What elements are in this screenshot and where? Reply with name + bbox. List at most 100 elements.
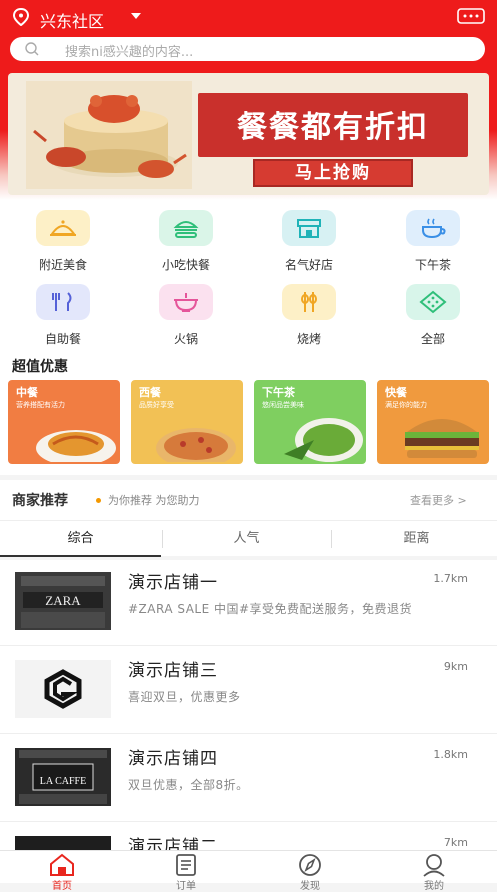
category-all[interactable]: 全部 <box>383 278 483 348</box>
category-hotpot[interactable]: 火锅 <box>136 278 236 348</box>
search-input[interactable]: 搜索ni感兴趣的内容... <box>10 37 485 61</box>
category-afternoon-tea[interactable]: 下午茶 <box>383 204 483 274</box>
view-more-link[interactable]: 查看更多 > <box>410 492 467 508</box>
matcha-cake-image <box>284 418 363 462</box>
list-item[interactable]: 演示店铺三 9km 喜迎双旦，优惠更多 <box>0 648 497 734</box>
category-label: 火锅 <box>173 332 198 346</box>
shop-name: 演示店铺二 <box>128 837 218 850</box>
tea-cup-icon <box>406 210 460 246</box>
thumbnail-text: ZARA <box>45 593 81 608</box>
deals-section: 超值优惠 中餐 营养搭配有活力 西餐 品质好享受 下午茶 悠闲品尝美味 快餐 满… <box>0 350 497 475</box>
all-grid-icon <box>406 284 460 320</box>
category-nearby-food[interactable]: 附近美食 <box>13 204 113 274</box>
deal-name: 中餐 <box>16 386 38 399</box>
category-snack-fastfood[interactable]: 小吃快餐 <box>136 204 236 274</box>
recommend-section: 商家推荐 为你推荐 为您助力 查看更多 > 综合 人气 距离 <box>0 480 497 557</box>
banner-title: 餐餐都有折扣 <box>237 110 429 145</box>
category-label: 附近美食 <box>38 258 87 272</box>
chevron-down-icon[interactable] <box>131 13 141 19</box>
compass-icon <box>299 854 321 876</box>
divider <box>331 530 332 548</box>
tab-overall[interactable]: 综合 <box>0 521 161 557</box>
shop-name: 演示店铺三 <box>128 661 218 681</box>
deal-name: 快餐 <box>385 386 407 399</box>
crab-dish-illustration <box>26 81 192 189</box>
noodle-dish-image <box>36 430 116 462</box>
order-icon <box>176 854 196 876</box>
category-grid: 附近美食 小吃快餐 名气好店 下午茶 自助餐 火锅 烧烤 全部 <box>0 200 497 350</box>
category-label: 烧烤 <box>296 332 321 346</box>
list-item[interactable]: 演示店铺二 7km <box>0 824 497 850</box>
shop-logo-thumbnail <box>15 660 111 718</box>
header: 兴东社区 搜索ni感兴趣的内容... 餐餐都有折扣 马上抢购 <box>0 0 497 200</box>
deal-name: 下午茶 <box>262 386 295 399</box>
dot-icon <box>96 498 101 503</box>
section-title: 超值优惠 <box>12 359 68 375</box>
list-item[interactable]: ZARA 演示店铺一 1.7km #ZARA SALE 中国#享受免费配送服务，… <box>0 560 497 646</box>
shop-distance: 9km <box>443 660 468 673</box>
deal-subtitle: 满足你的能力 <box>385 401 427 409</box>
divider <box>162 530 163 548</box>
shop-thumbnail: ZARA <box>15 572 111 630</box>
category-label: 小吃快餐 <box>161 258 210 272</box>
list-item[interactable]: LA CAFFE 演示店铺四 1.8km 双旦优惠，全部8折。 <box>0 736 497 822</box>
skewer-icon <box>282 284 336 320</box>
nav-orders[interactable]: 订单 <box>124 851 248 892</box>
category-label: 下午茶 <box>414 258 451 272</box>
shop-distance: 1.7km <box>433 572 468 585</box>
search-icon <box>25 42 39 56</box>
thumbnail-text: LA CAFFE <box>40 776 86 787</box>
deal-name: 西餐 <box>139 386 161 399</box>
message-icon[interactable] <box>457 8 485 26</box>
nav-profile[interactable]: 我的 <box>372 851 496 892</box>
nav-home[interactable]: 首页 <box>0 851 124 892</box>
deal-subtitle: 营养搭配有活力 <box>16 401 65 409</box>
top-bar: 兴东社区 <box>0 0 497 34</box>
nav-label: 首页 <box>52 881 72 892</box>
section-subtitle: 为你推荐 为您助力 <box>108 494 200 507</box>
nav-label: 订单 <box>176 881 196 892</box>
nav-label: 我的 <box>424 881 444 892</box>
shop-thumbnail: LA CAFFE <box>15 748 111 806</box>
sort-tabs: 综合 人气 距离 <box>0 520 497 557</box>
shop-description: 双旦优惠，全部8折。 <box>128 778 249 792</box>
search-placeholder: 搜索ni感兴趣的内容... <box>65 45 194 60</box>
shop-icon <box>282 210 336 246</box>
shop-name: 演示店铺四 <box>128 749 218 769</box>
nav-label: 发现 <box>300 881 320 892</box>
hotpot-icon <box>159 284 213 320</box>
burger-icon <box>159 210 213 246</box>
shop-name: 演示店铺一 <box>128 573 218 593</box>
promo-banner[interactable]: 餐餐都有折扣 马上抢购 <box>8 73 489 195</box>
shop-description: 喜迎双旦，优惠更多 <box>128 690 241 704</box>
grab-now-button[interactable]: 马上抢购 <box>253 159 413 187</box>
banner-title-box: 餐餐都有折扣 <box>198 93 468 157</box>
shop-distance: 7km <box>443 836 468 849</box>
deal-card-afternoon-tea[interactable]: 下午茶 悠闲品尝美味 <box>254 380 366 464</box>
category-label: 名气好店 <box>284 258 333 272</box>
shop-description: #ZARA SALE 中国#享受免费配送服务，免费退货 <box>128 602 413 616</box>
shop-thumbnail <box>15 836 111 850</box>
burger-image <box>405 419 479 458</box>
location-pin-icon[interactable] <box>12 8 30 26</box>
nav-discover[interactable]: 发现 <box>248 851 372 892</box>
tab-popularity[interactable]: 人气 <box>166 521 327 557</box>
food-cover-icon <box>36 210 90 246</box>
category-bbq[interactable]: 烧烤 <box>259 278 359 348</box>
shop-distance: 1.8km <box>433 748 468 761</box>
location-label[interactable]: 兴东社区 <box>40 8 104 32</box>
deal-card-chinese[interactable]: 中餐 营养搭配有活力 <box>8 380 120 464</box>
shop-list: ZARA 演示店铺一 1.7km #ZARA SALE 中国#享受免费配送服务，… <box>0 560 497 850</box>
deal-subtitle: 悠闲品尝美味 <box>262 401 304 409</box>
deal-card-western[interactable]: 西餐 品质好享受 <box>131 380 243 464</box>
tab-distance[interactable]: 距离 <box>336 521 497 557</box>
category-label: 全部 <box>420 332 445 346</box>
user-icon <box>423 854 445 877</box>
category-buffet[interactable]: 自助餐 <box>13 278 113 348</box>
pizza-image <box>156 428 236 462</box>
deal-subtitle: 品质好享受 <box>139 401 174 409</box>
deal-card-fastfood[interactable]: 快餐 满足你的能力 <box>377 380 489 464</box>
section-title: 商家推荐 <box>12 493 68 509</box>
home-icon <box>50 853 74 876</box>
category-famous-shops[interactable]: 名气好店 <box>259 204 359 274</box>
